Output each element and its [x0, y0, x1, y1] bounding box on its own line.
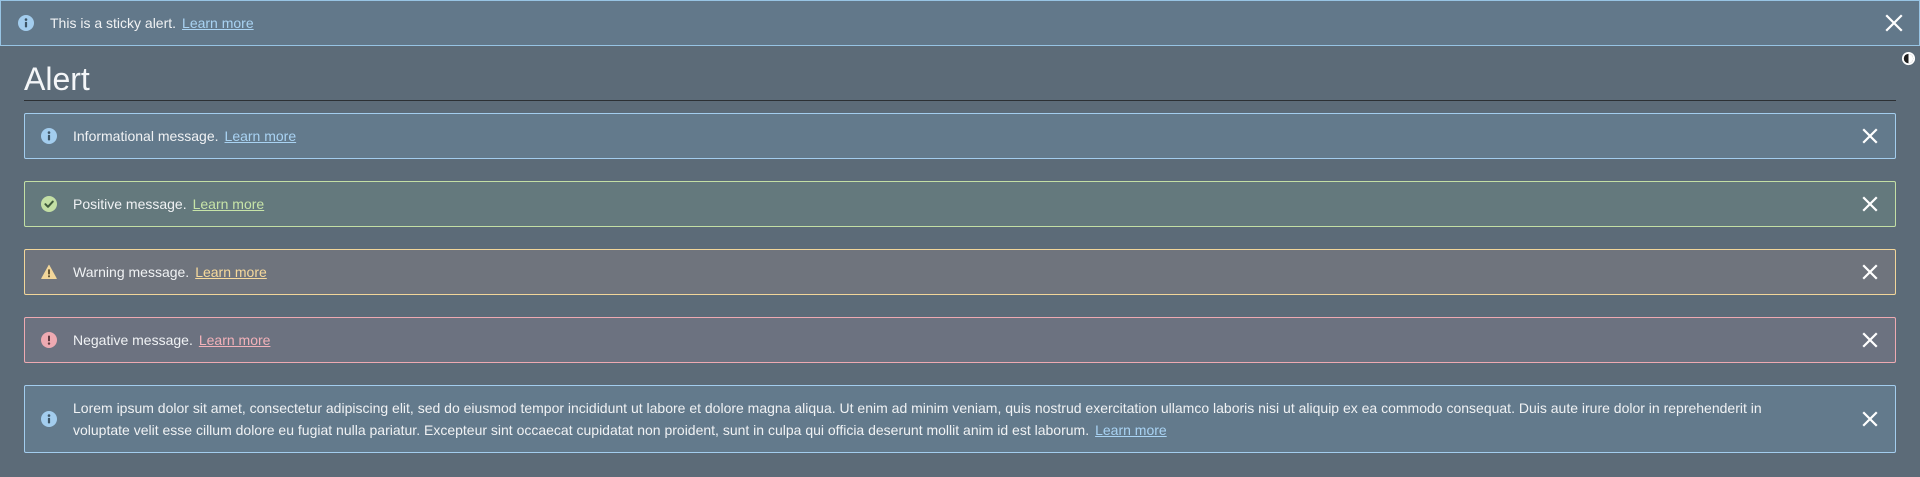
alert-text: Informational message.: [73, 128, 219, 144]
close-button[interactable]: [1862, 196, 1878, 212]
alert-negative: Negative message. Learn more: [24, 317, 1896, 363]
learn-more-link[interactable]: Learn more: [195, 264, 267, 280]
close-button[interactable]: [1862, 128, 1878, 144]
page-title: Alert: [24, 61, 90, 97]
sticky-alert-text: This is a sticky alert.: [50, 15, 177, 31]
learn-more-link[interactable]: Learn more: [1095, 422, 1167, 438]
alert-text: Positive message.: [73, 196, 187, 212]
learn-more-link[interactable]: Learn more: [199, 332, 271, 348]
contrast-toggle-icon[interactable]: [1901, 51, 1916, 66]
alert-text: Negative message.: [73, 332, 193, 348]
close-button[interactable]: [1862, 332, 1878, 348]
title-divider: [24, 100, 1896, 101]
alert-positive: Positive message. Learn more: [24, 181, 1896, 227]
close-button[interactable]: [1862, 264, 1878, 280]
alert-long-informational: Lorem ipsum dolor sit amet, consectetur …: [24, 385, 1896, 453]
warning-triangle-icon: [41, 264, 57, 280]
close-button[interactable]: [1862, 411, 1878, 427]
check-circle-icon: [41, 196, 57, 212]
learn-more-link[interactable]: Learn more: [193, 196, 265, 212]
info-icon: [41, 411, 57, 427]
sticky-alert-close-button[interactable]: [1885, 14, 1903, 32]
sticky-alert-learn-more-link[interactable]: Learn more: [182, 15, 254, 31]
info-icon: [41, 128, 57, 144]
sticky-alert: This is a sticky alert. Learn more: [0, 0, 1920, 46]
alert-text: Warning message.: [73, 264, 190, 280]
alert-text: Lorem ipsum dolor sit amet, consectetur …: [73, 400, 1762, 438]
info-icon: [18, 15, 34, 31]
alert-informational: Informational message. Learn more: [24, 113, 1896, 159]
exclamation-circle-icon: [41, 332, 57, 348]
alert-warning: Warning message. Learn more: [24, 249, 1896, 295]
learn-more-link[interactable]: Learn more: [225, 128, 297, 144]
